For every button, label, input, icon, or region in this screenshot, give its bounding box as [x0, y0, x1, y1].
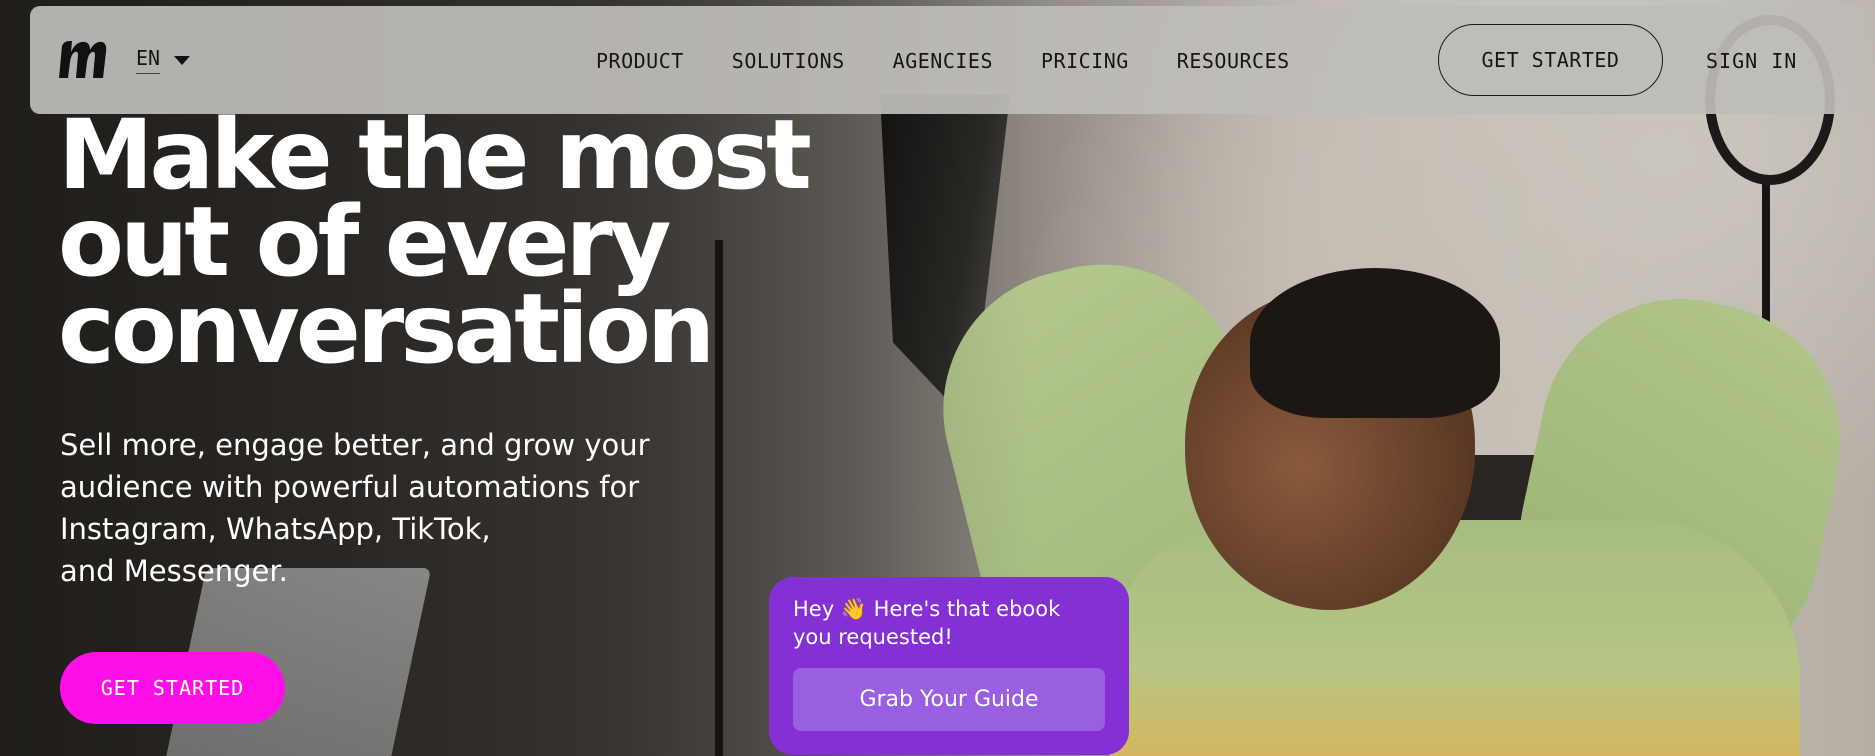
grab-guide-button[interactable]: Grab Your Guide [793, 668, 1105, 731]
language-selector[interactable]: EN [136, 46, 191, 74]
hero-get-started-button[interactable]: GET STARTED [60, 652, 285, 724]
nav-link-product[interactable]: PRODUCT [596, 49, 684, 73]
main-nav: PRODUCT SOLUTIONS AGENCIES PRICING RESOU… [596, 49, 1290, 73]
nav-link-pricing[interactable]: PRICING [1041, 49, 1129, 73]
hero-subtitle-line-4: and Messenger. [60, 554, 288, 588]
chat-message-start: Hey [793, 597, 841, 621]
hero-title: Make the most out of every conversation [58, 107, 958, 385]
nav-link-solutions[interactable]: SOLUTIONS [732, 49, 845, 73]
hero-subtitle: Sell more, engage better, and grow your … [60, 424, 740, 592]
language-code: EN [136, 46, 161, 74]
hero-subtitle-line-2: audience with powerful automations for [60, 470, 640, 504]
chat-popup: Hey 👋 Here's that ebook you requested! G… [769, 577, 1129, 755]
sign-in-link[interactable]: SIGN IN [1706, 49, 1797, 73]
header-get-started-button[interactable]: GET STARTED [1438, 24, 1663, 96]
hero-title-line-3: conversation [58, 273, 715, 385]
waving-hand-icon: 👋 [840, 597, 867, 621]
caret-down-icon [174, 55, 191, 65]
brand-logo-icon[interactable] [59, 40, 107, 80]
chat-message: Hey 👋 Here's that ebook you requested! [793, 595, 1105, 651]
top-navbar: EN PRODUCT SOLUTIONS AGENCIES PRICING RE… [30, 6, 1865, 114]
nav-link-agencies[interactable]: AGENCIES [893, 49, 993, 73]
hero-subtitle-line-3: Instagram, WhatsApp, TikTok, [60, 512, 491, 546]
hero-subtitle-line-1: Sell more, engage better, and grow your [60, 428, 650, 462]
nav-link-resources[interactable]: RESOURCES [1177, 49, 1290, 73]
